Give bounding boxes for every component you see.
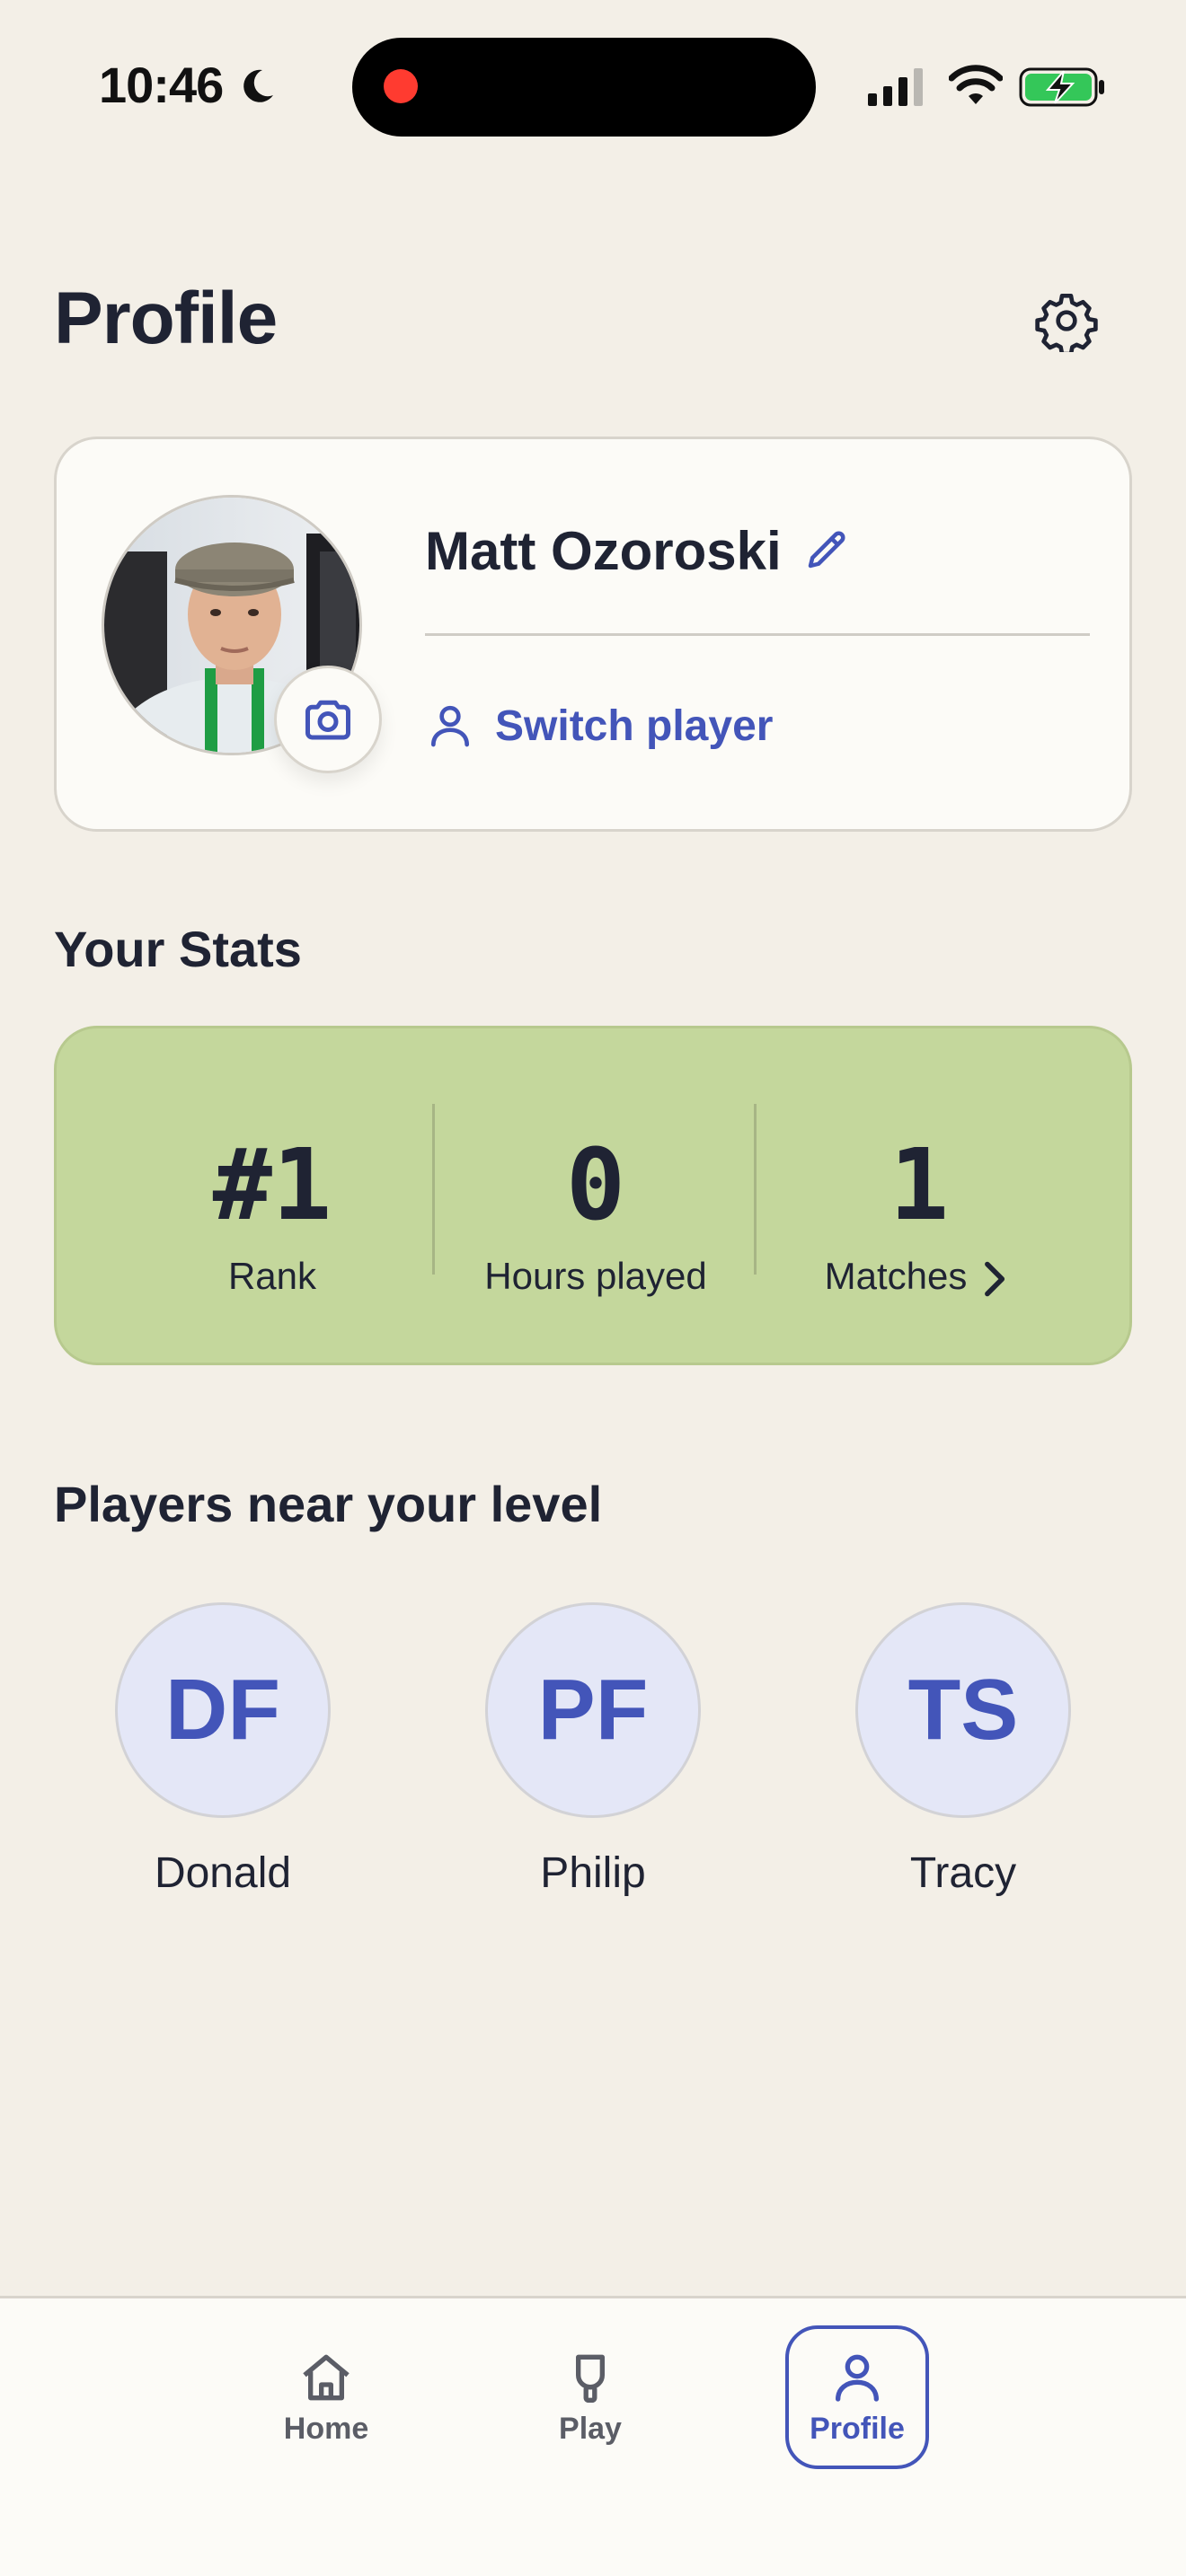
stat-label: Matches (824, 1255, 968, 1297)
recording-indicator (384, 69, 418, 103)
player-name-philip: Philip (540, 1849, 646, 1897)
stat-divider (754, 1104, 757, 1275)
tab-profile[interactable]: Profile (785, 2325, 929, 2469)
cellular-signal-icon (868, 68, 923, 106)
stat-label-row: Matches (757, 1255, 1081, 1299)
stats-card: #1 Rank 0 Hours played 1 Matches (54, 1026, 1132, 1365)
person-icon (836, 2354, 879, 2402)
person-icon (431, 705, 469, 747)
stat-label: Hours played (484, 1255, 707, 1297)
profile-card: Matt Ozoroski Switch player (54, 437, 1132, 832)
player-name-donald: Donald (154, 1849, 292, 1897)
stats-section-title: Your Stats (54, 921, 302, 977)
stat-rank: #1 Rank (111, 1028, 434, 1368)
stat-label: Rank (227, 1255, 317, 1297)
stat-value: 1 (889, 1127, 950, 1242)
page-title: Profile (54, 278, 278, 359)
stat-hours-played: 0 Hours played (434, 1028, 757, 1368)
tab-play[interactable]: Play (518, 2325, 662, 2469)
pencil-icon[interactable] (802, 525, 851, 574)
status-bar: 10:46 (0, 0, 1186, 171)
paddle-icon (576, 2354, 605, 2403)
tab-label: Profile (810, 2411, 905, 2446)
moon-icon (243, 69, 273, 102)
tab-label: Home (283, 2411, 369, 2446)
switch-player-label: Switch player (495, 701, 774, 750)
stat-value: #1 (212, 1127, 332, 1242)
players-section-title: Players near your level (54, 1476, 603, 1532)
divider (425, 633, 1090, 636)
status-time: 10:46 (99, 57, 224, 113)
camera-button[interactable] (274, 666, 382, 773)
wifi-icon (949, 65, 1003, 104)
battery-charging-icon (1019, 67, 1104, 107)
stat-value: 0 (565, 1127, 626, 1242)
player-avatar-philip[interactable]: PF (485, 1602, 701, 1818)
switch-player-button[interactable]: Switch player (425, 694, 773, 757)
player-name-tracy: Tracy (909, 1849, 1017, 1897)
stat-matches[interactable]: 1 Matches (757, 1028, 1081, 1368)
gear-icon[interactable] (1035, 289, 1098, 352)
player-avatar-donald[interactable]: DF (115, 1602, 331, 1818)
tab-label: Play (559, 2411, 622, 2446)
camera-icon (305, 700, 350, 740)
dynamic-island (352, 38, 816, 137)
player-avatar-tracy[interactable]: TS (855, 1602, 1071, 1818)
player-name: Matt Ozoroski (425, 521, 782, 581)
tab-home[interactable]: Home (254, 2325, 398, 2469)
chevron-right-icon (985, 1261, 1005, 1297)
tab-bar: Home Play Profile (0, 2296, 1186, 2576)
home-icon (303, 2354, 350, 2400)
